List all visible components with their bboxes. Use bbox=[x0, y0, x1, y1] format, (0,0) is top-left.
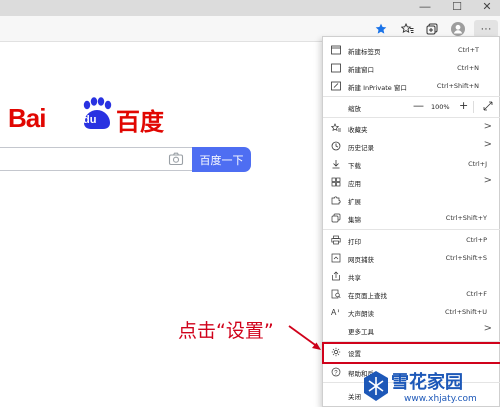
watermark-logo-icon bbox=[364, 371, 388, 401]
menu-item-label: 历史记录 bbox=[348, 144, 374, 152]
minimize-button[interactable]: — bbox=[410, 0, 440, 16]
chevron-right-icon: > bbox=[483, 121, 492, 132]
help-icon: ? bbox=[331, 367, 341, 377]
read-aloud-icon: A bbox=[331, 308, 340, 317]
apps-icon bbox=[331, 177, 341, 187]
menu-item-find-on-page[interactable]: 在页面上查找 Ctrl+F bbox=[323, 285, 500, 303]
zoom-divider bbox=[473, 101, 474, 113]
share-icon bbox=[332, 271, 340, 281]
extensions-icon bbox=[331, 196, 341, 205]
download-icon bbox=[332, 160, 340, 169]
menu-item-read-aloud[interactable]: A 大声朗读 Ctrl+Shift+U bbox=[323, 303, 500, 321]
menu-item-label: 缩放 bbox=[348, 105, 361, 113]
menu-item-zoom: 缩放 — 100% + bbox=[323, 98, 500, 116]
search-button[interactable]: 百度一下 bbox=[192, 147, 251, 172]
menu-divider bbox=[323, 117, 500, 118]
menu-item-share[interactable]: 共享 bbox=[323, 267, 500, 285]
history-icon bbox=[331, 141, 341, 151]
watermark-url: www.xhjaty.com bbox=[404, 394, 477, 404]
zoom-level: 100% bbox=[431, 103, 450, 111]
fullscreen-icon[interactable] bbox=[483, 101, 493, 111]
menu-item-web-capture[interactable]: 网页捕获 Ctrl+Shift+S bbox=[323, 249, 500, 267]
collections-icon bbox=[331, 213, 341, 223]
title-bar: — ☐ ✕ bbox=[0, 0, 500, 16]
site-watermark: 雪花家园 www.xhjaty.com bbox=[360, 368, 500, 407]
chevron-right-icon: > bbox=[483, 175, 492, 186]
menu-item-label: 网页捕获 bbox=[348, 256, 374, 264]
menu-item-shortcut: Ctrl+T bbox=[458, 46, 479, 54]
menu-item-history[interactable]: 历史记录 > bbox=[323, 137, 500, 155]
logo-bai-text: Bai bbox=[8, 103, 46, 133]
camera-icon[interactable] bbox=[168, 151, 184, 167]
menu-item-apps[interactable]: 应用 > bbox=[323, 173, 500, 191]
zoom-in-button[interactable]: + bbox=[459, 99, 468, 112]
menu-divider bbox=[323, 341, 500, 342]
menu-item-new-window[interactable]: 新建窗口 Ctrl+N bbox=[323, 59, 500, 77]
menu-item-collections[interactable]: 集锦 Ctrl+Shift+Y bbox=[323, 209, 500, 227]
maximize-button[interactable]: ☐ bbox=[442, 0, 472, 16]
menu-divider bbox=[323, 229, 500, 230]
menu-item-label: 打印 bbox=[348, 238, 361, 246]
search-input[interactable] bbox=[0, 147, 192, 171]
watermark-title: 雪花家园 bbox=[391, 372, 463, 393]
chevron-right-icon: > bbox=[483, 139, 492, 150]
menu-item-shortcut: Ctrl+P bbox=[466, 236, 487, 244]
menu-item-label: 设置 bbox=[348, 350, 361, 358]
settings-more-menu: 新建标签页 Ctrl+T 新建窗口 Ctrl+N 新建 InPrivate 窗口… bbox=[322, 36, 500, 407]
menu-item-label: 集锦 bbox=[348, 216, 361, 224]
chevron-right-icon: > bbox=[483, 323, 492, 334]
menu-item-label: 新建标签页 bbox=[348, 48, 381, 56]
annotation-label: 点击“设置” bbox=[178, 320, 274, 342]
print-icon bbox=[331, 235, 341, 245]
menu-item-label: 大声朗读 bbox=[348, 310, 374, 318]
menu-item-label: 应用 bbox=[348, 180, 361, 188]
menu-divider bbox=[323, 96, 500, 97]
menu-item-label: 扩展 bbox=[348, 198, 361, 206]
menu-item-shortcut: Ctrl+Shift+U bbox=[445, 308, 487, 316]
menu-item-label: 在页面上查找 bbox=[348, 292, 387, 300]
menu-item-more-tools[interactable]: 更多工具 > bbox=[323, 321, 500, 339]
menu-item-print[interactable]: 打印 Ctrl+P bbox=[323, 231, 500, 249]
menu-item-label: 共享 bbox=[348, 274, 361, 282]
menu-item-favorites[interactable]: 收藏夹 > bbox=[323, 119, 500, 137]
menu-item-shortcut: Ctrl+Shift+S bbox=[445, 254, 487, 262]
menu-item-label: 新建窗口 bbox=[348, 66, 374, 74]
inprivate-icon bbox=[331, 81, 341, 91]
menu-item-extensions[interactable]: 扩展 bbox=[323, 191, 500, 209]
menu-item-shortcut: Ctrl+Shift+N bbox=[436, 82, 479, 90]
capture-icon bbox=[331, 253, 341, 263]
svg-text:A: A bbox=[331, 308, 337, 317]
settings-gear-icon bbox=[331, 347, 341, 357]
menu-item-shortcut: Ctrl+Shift+Y bbox=[445, 214, 487, 222]
menu-item-downloads[interactable]: 下载 Ctrl+J bbox=[323, 155, 500, 173]
menu-item-new-tab[interactable]: 新建标签页 Ctrl+T bbox=[323, 41, 500, 59]
favorites-icon bbox=[331, 123, 341, 132]
logo-chinese-text: 百度 bbox=[116, 108, 164, 136]
logo-du-text: du bbox=[83, 114, 97, 126]
menu-item-label: 新建 InPrivate 窗口 bbox=[348, 84, 407, 92]
menu-item-settings[interactable]: 设置 bbox=[322, 342, 500, 364]
menu-item-label: 收藏夹 bbox=[348, 126, 368, 134]
menu-item-new-inprivate-window[interactable]: 新建 InPrivate 窗口 Ctrl+Shift+N bbox=[323, 77, 500, 95]
zoom-out-button[interactable]: — bbox=[413, 99, 424, 112]
new-tab-icon bbox=[331, 45, 341, 55]
new-window-icon bbox=[331, 63, 341, 73]
find-icon bbox=[331, 289, 341, 299]
menu-item-label: 更多工具 bbox=[348, 328, 374, 336]
close-window-button[interactable]: ✕ bbox=[472, 0, 500, 16]
menu-item-label: 下载 bbox=[348, 162, 361, 170]
menu-item-shortcut: Ctrl+J bbox=[468, 160, 487, 168]
menu-item-shortcut: Ctrl+N bbox=[457, 64, 479, 72]
menu-item-shortcut: Ctrl+F bbox=[466, 290, 487, 298]
